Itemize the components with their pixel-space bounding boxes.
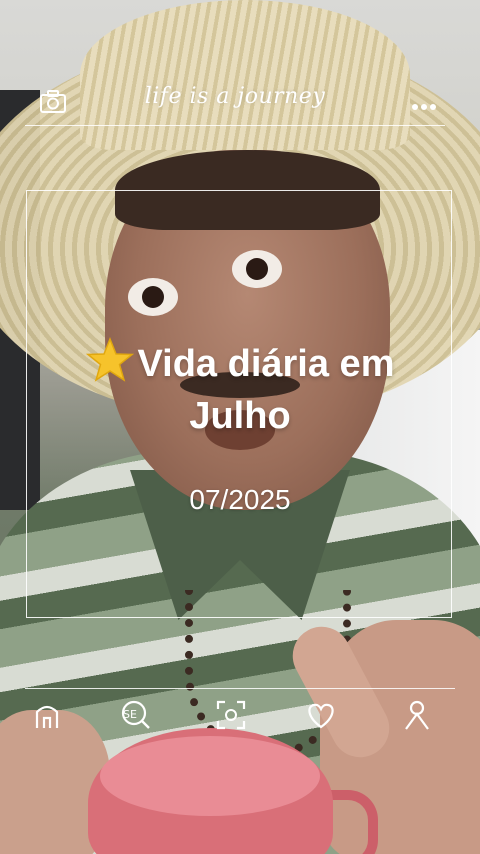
mug-rim	[100, 736, 320, 816]
card-date: 07/2025	[189, 484, 291, 515]
card-title: Vida diária em Julho	[40, 336, 440, 442]
card-title-line1: Vida diária em	[137, 343, 395, 385]
svg-text:SE: SE	[123, 708, 137, 721]
profile-icon[interactable]	[400, 698, 434, 732]
home-icon[interactable]	[30, 698, 64, 732]
card-title-line2: Julho	[189, 395, 291, 437]
more-icon[interactable]	[411, 98, 437, 110]
straw-hat-crown	[80, 0, 410, 150]
scan-icon[interactable]	[214, 698, 248, 732]
bottom-divider	[25, 688, 455, 689]
heart-icon[interactable]	[304, 698, 338, 732]
star-icon	[85, 336, 134, 384]
tagline: life is a journey	[144, 84, 326, 109]
search-icon[interactable]: SE	[118, 698, 152, 732]
top-divider	[25, 125, 445, 126]
top-bar: life is a journey	[25, 82, 445, 122]
